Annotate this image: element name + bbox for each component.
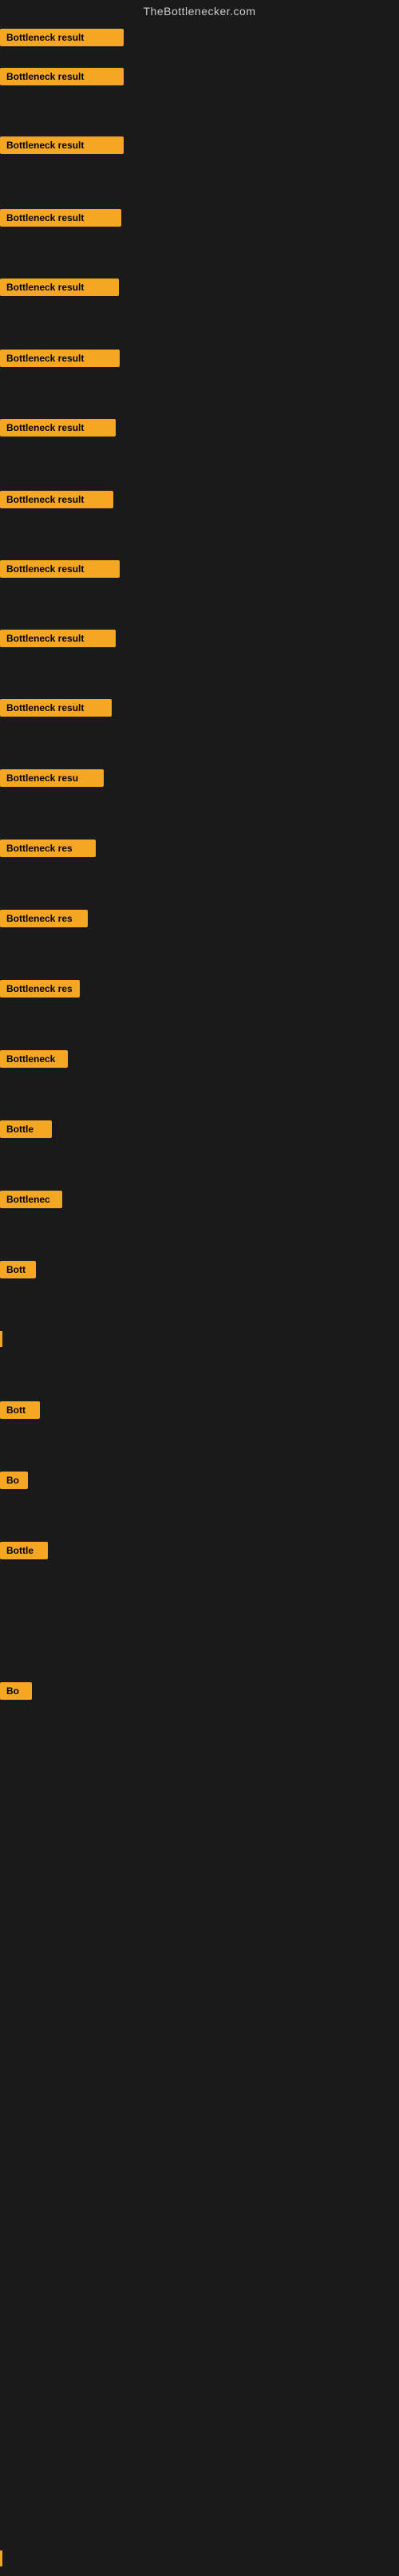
bottleneck-result-badge: Bottlenec — [0, 1191, 62, 1208]
vertical-line-marker — [0, 2550, 2, 2566]
bottleneck-result-badge: Bott — [0, 1401, 40, 1419]
bottleneck-result-badge: Bott — [0, 1261, 36, 1278]
bottleneck-result-badge: Bottleneck result — [0, 68, 124, 85]
bottleneck-result-badge: Bottleneck result — [0, 29, 124, 46]
bottleneck-result-badge: Bottleneck res — [0, 910, 88, 927]
bottleneck-result-badge: Bottle — [0, 1120, 52, 1138]
bottleneck-result-badge: Bottleneck result — [0, 350, 120, 367]
bottleneck-result-badge: Bottleneck result — [0, 699, 112, 717]
bottleneck-result-badge: Bottleneck result — [0, 419, 116, 437]
bottleneck-result-badge: Bottleneck result — [0, 136, 124, 154]
bottleneck-result-badge: Bo — [0, 1682, 32, 1700]
bottleneck-result-badge: Bottleneck result — [0, 209, 121, 227]
bottleneck-result-badge: Bottleneck result — [0, 560, 120, 578]
bottleneck-result-badge: Bottleneck res — [0, 980, 80, 998]
bottleneck-result-badge: Bottleneck — [0, 1050, 68, 1068]
bottleneck-result-badge: Bottleneck result — [0, 279, 119, 296]
bottleneck-result-badge: Bottleneck result — [0, 491, 113, 508]
vertical-line-marker — [0, 1331, 2, 1347]
site-title: TheBottlenecker.com — [0, 0, 399, 22]
bottleneck-result-badge: Bottleneck result — [0, 630, 116, 647]
bottleneck-result-badge: Bo — [0, 1472, 28, 1489]
bottleneck-result-badge: Bottleneck res — [0, 840, 96, 857]
bottleneck-result-badge: Bottle — [0, 1542, 48, 1559]
bottleneck-result-badge: Bottleneck resu — [0, 769, 104, 787]
